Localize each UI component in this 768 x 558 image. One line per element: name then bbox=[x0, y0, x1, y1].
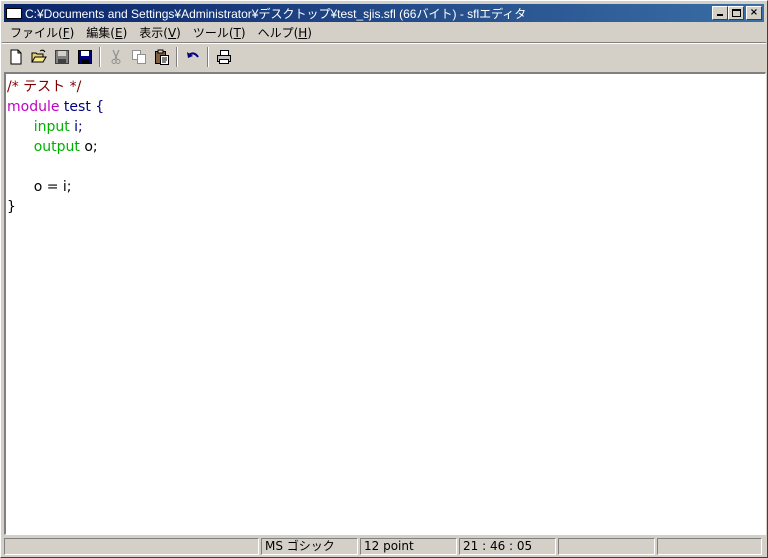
status-pane-6 bbox=[657, 538, 762, 555]
minimize-icon bbox=[717, 14, 723, 16]
app-window: C:¥Documents and Settings¥Administrator¥… bbox=[0, 0, 768, 558]
toolbar-separator bbox=[176, 47, 178, 67]
open-folder-icon bbox=[30, 49, 47, 63]
code-line[interactable] bbox=[7, 157, 765, 177]
menu-file-tail: ) bbox=[69, 25, 75, 40]
menu-view-accel: V bbox=[167, 25, 177, 40]
cut-icon bbox=[111, 49, 120, 64]
save-button[interactable] bbox=[50, 46, 73, 68]
menu-help-tail: ) bbox=[307, 25, 312, 40]
menu-view-tail: ) bbox=[176, 25, 181, 40]
menu-view-label: 表示( bbox=[139, 25, 168, 40]
cut-button[interactable] bbox=[104, 46, 127, 68]
save-icon bbox=[54, 50, 69, 64]
copy-button[interactable] bbox=[127, 46, 150, 68]
code-token-plain: o = i; bbox=[7, 179, 72, 195]
code-text-area[interactable]: /* テスト */ module test { input i; output o… bbox=[6, 74, 765, 217]
maximize-button[interactable] bbox=[728, 6, 744, 20]
menu-tools-label: ツール( bbox=[192, 25, 234, 40]
save-all-button[interactable] bbox=[73, 46, 96, 68]
code-token-plain: } bbox=[7, 199, 16, 215]
status-pane-5 bbox=[558, 538, 655, 555]
close-icon: × bbox=[749, 7, 759, 18]
menu-edit-accel: E bbox=[114, 25, 123, 40]
menu-help-accel: H bbox=[298, 25, 308, 40]
menu-edit-tail: ) bbox=[122, 25, 128, 40]
open-button[interactable] bbox=[27, 46, 50, 68]
code-token-io: input bbox=[33, 119, 70, 135]
code-line[interactable]: } bbox=[7, 197, 765, 217]
status-font: MS ゴシック bbox=[261, 538, 358, 555]
menu-file-accel: F bbox=[62, 25, 70, 40]
menu-edit[interactable]: 編集(E) bbox=[80, 24, 133, 41]
code-line[interactable]: o = i; bbox=[7, 177, 765, 197]
close-button[interactable]: × bbox=[746, 6, 762, 20]
code-token-keyword: module bbox=[7, 99, 60, 115]
title-bar[interactable]: C:¥Documents and Settings¥Administrator¥… bbox=[4, 4, 764, 22]
toolbar bbox=[4, 45, 235, 69]
code-token-io: output bbox=[33, 139, 80, 155]
menu-view[interactable]: 表示(V) bbox=[133, 24, 187, 41]
paste-icon bbox=[154, 49, 169, 65]
copy-icon bbox=[131, 50, 146, 64]
maximize-icon bbox=[732, 9, 741, 17]
code-line[interactable]: output o; bbox=[7, 137, 765, 157]
status-time: 21 : 46 : 05 bbox=[459, 538, 556, 555]
minimize-button[interactable] bbox=[712, 6, 728, 20]
undo-icon bbox=[186, 52, 199, 58]
menu-bar: ファイル(F) 編集(E) 表示(V) ツール(T) ヘルプ(H) bbox=[4, 23, 318, 41]
toolbar-separator bbox=[99, 47, 101, 67]
status-bar: MS ゴシック 12 point 21 : 46 : 05 bbox=[4, 538, 766, 555]
code-token-ident: test bbox=[63, 99, 91, 115]
menu-file-label: ファイル( bbox=[10, 25, 63, 40]
menu-help[interactable]: ヘルプ(H) bbox=[252, 24, 318, 41]
print-button[interactable] bbox=[212, 46, 235, 68]
menu-edit-label: 編集( bbox=[86, 25, 115, 40]
save-all-icon bbox=[77, 50, 92, 64]
code-token-ident: { bbox=[90, 99, 105, 115]
code-token-plain: o; bbox=[79, 139, 98, 155]
toolbar-separator bbox=[207, 47, 209, 67]
window-title: C:¥Documents and Settings¥Administrator¥… bbox=[25, 6, 527, 21]
code-line[interactable]: input i; bbox=[7, 117, 765, 137]
menu-tools-accel: T bbox=[233, 25, 241, 40]
undo-button[interactable] bbox=[181, 46, 204, 68]
print-icon bbox=[216, 50, 231, 64]
status-message bbox=[4, 538, 259, 555]
code-token-ident: i; bbox=[69, 119, 83, 135]
status-font-size: 12 point bbox=[360, 538, 457, 555]
menu-tools-tail: ) bbox=[240, 25, 246, 40]
menu-tools[interactable]: ツール(T) bbox=[187, 24, 252, 41]
toolbar-divider bbox=[2, 42, 766, 44]
app-window-icon[interactable] bbox=[6, 7, 22, 19]
code-line[interactable]: /* テスト */ bbox=[7, 77, 765, 97]
paste-button[interactable] bbox=[150, 46, 173, 68]
code-line[interactable]: module test { bbox=[7, 97, 765, 117]
code-editor[interactable]: /* テスト */ module test { input i; output o… bbox=[4, 72, 766, 535]
code-token-comment: /* テスト */ bbox=[7, 79, 82, 95]
new-file-button[interactable] bbox=[4, 46, 27, 68]
menu-help-label: ヘルプ( bbox=[257, 25, 299, 40]
menu-file[interactable]: ファイル(F) bbox=[4, 24, 80, 41]
new-file-icon bbox=[10, 49, 21, 65]
caption-buttons: × bbox=[712, 6, 762, 20]
